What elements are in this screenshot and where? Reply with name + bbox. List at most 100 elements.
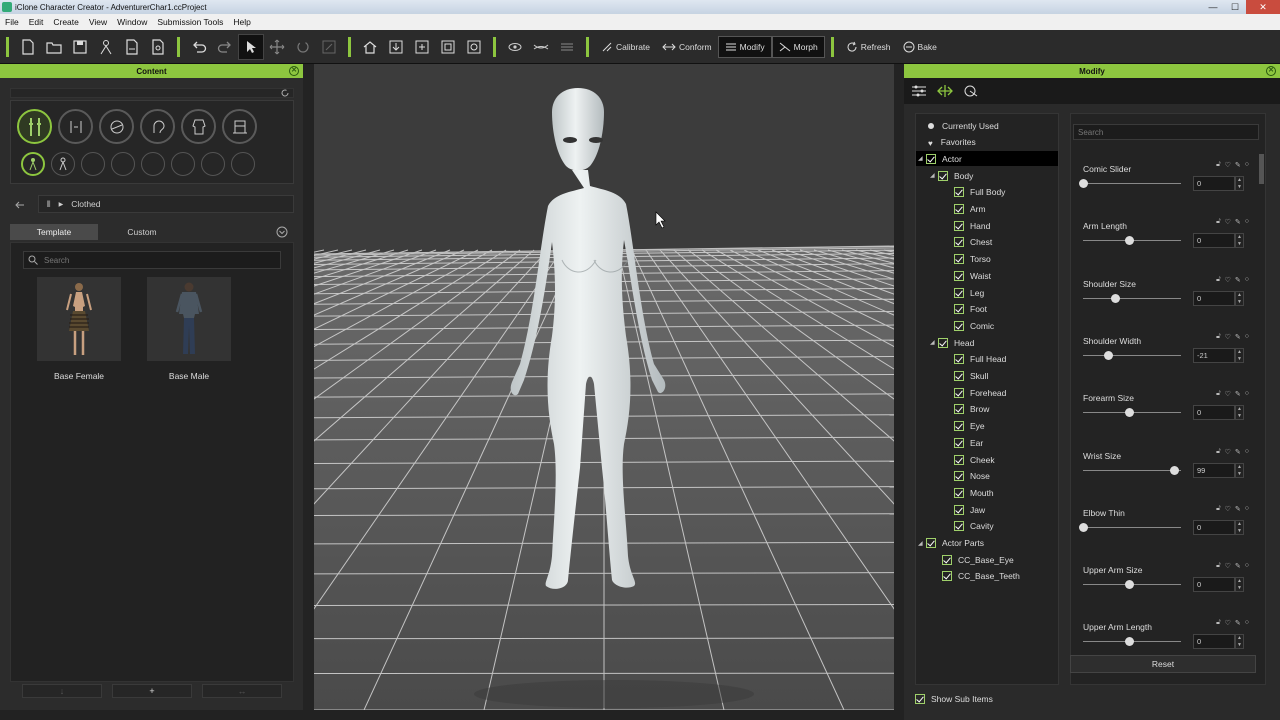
- slider-spinner[interactable]: ▲ ▼: [1235, 577, 1244, 593]
- lock-icon[interactable]: 🔓︎: [1216, 161, 1221, 169]
- checkbox-icon[interactable]: [954, 270, 964, 281]
- conform-button[interactable]: Conform: [656, 36, 718, 58]
- slider-track[interactable]: [1083, 354, 1181, 356]
- menu-submission-tools[interactable]: Submission Tools: [152, 17, 228, 27]
- head-category-icon[interactable]: [140, 109, 175, 144]
- slider-spinner[interactable]: ▲ ▼: [1235, 405, 1244, 421]
- open-folder-icon[interactable]: [41, 34, 67, 60]
- tab-template[interactable]: Template: [10, 224, 98, 240]
- reset-dot-icon[interactable]: ○: [1245, 562, 1249, 570]
- checkbox-icon[interactable]: [954, 371, 964, 381]
- slider-spinner[interactable]: ▲ ▼: [1235, 233, 1244, 249]
- save-icon[interactable]: [67, 34, 93, 60]
- edit-icon[interactable]: ✎: [1235, 505, 1241, 513]
- tree-item-ear[interactable]: Ear: [954, 435, 983, 450]
- slider-track[interactable]: [1083, 297, 1181, 299]
- checkbox-icon[interactable]: [954, 421, 964, 432]
- refresh-button[interactable]: Refresh: [840, 36, 897, 58]
- reset-button[interactable]: Reset: [1070, 655, 1256, 673]
- favorite-icon[interactable]: ♡: [1225, 218, 1231, 226]
- slider-spinner[interactable]: ▲ ▼: [1235, 176, 1244, 191]
- tab-custom[interactable]: Custom: [98, 224, 186, 240]
- reset-dot-icon[interactable]: ○: [1245, 448, 1249, 456]
- favorite-icon[interactable]: ♡: [1225, 562, 1231, 570]
- panel-splitter[interactable]: [303, 64, 314, 710]
- tree-item-hand[interactable]: Hand: [954, 218, 990, 233]
- expand-arrow-icon[interactable]: ◢: [918, 540, 926, 547]
- template-tile-base-male[interactable]: Base Male: [147, 277, 231, 381]
- tree-item-cavity[interactable]: Cavity: [954, 519, 994, 534]
- remove-button[interactable]: ↓: [22, 684, 102, 698]
- close-button[interactable]: ✕: [1246, 0, 1280, 14]
- tree-item-eye[interactable]: Eye: [954, 419, 985, 434]
- slider-track[interactable]: [1083, 469, 1181, 471]
- checkbox-icon[interactable]: [942, 554, 952, 565]
- checkbox-icon[interactable]: [954, 404, 964, 415]
- checkbox-icon[interactable]: [942, 571, 952, 582]
- refresh-content-icon[interactable]: [280, 88, 290, 98]
- checkbox-icon[interactable]: [954, 220, 964, 231]
- slider-spinner[interactable]: ▲ ▼: [1235, 634, 1244, 650]
- tree-item-actor-parts[interactable]: ◢ Actor Parts: [918, 536, 984, 551]
- expand-arrow-icon[interactable]: ◢: [930, 172, 938, 179]
- tree-item-full-head[interactable]: Full Head: [954, 352, 1006, 367]
- select-arrow-icon[interactable]: [238, 33, 264, 60]
- checkbox-icon[interactable]: [954, 454, 964, 465]
- tree-item-cheek[interactable]: Cheek: [954, 452, 995, 467]
- tree-item-full-body[interactable]: Full Body: [954, 185, 1005, 200]
- lock-icon[interactable]: 🔓︎: [1216, 276, 1221, 284]
- slider-value-input[interactable]: 0: [1193, 519, 1235, 535]
- reset-dot-icon[interactable]: ○: [1245, 218, 1249, 226]
- slider-track[interactable]: [1083, 526, 1181, 528]
- slider-spinner[interactable]: ▲ ▼: [1235, 290, 1244, 306]
- favorite-icon[interactable]: ♡: [1225, 390, 1231, 398]
- tree-item-mouth[interactable]: Mouth: [954, 485, 994, 500]
- tree-item-comic[interactable]: Comic: [954, 318, 994, 333]
- view-settings-icon[interactable]: [461, 34, 487, 60]
- bake-button[interactable]: Bake: [897, 36, 943, 58]
- tree-item-waist[interactable]: Waist: [954, 268, 991, 283]
- tree-item-foot[interactable]: Foot: [954, 302, 987, 317]
- checkbox-icon[interactable]: [954, 304, 964, 315]
- checkbox-icon[interactable]: [954, 187, 964, 198]
- reset-dot-icon[interactable]: ○: [1245, 333, 1249, 341]
- reset-dot-icon[interactable]: ○: [1245, 161, 1249, 169]
- edit-icon[interactable]: ✎: [1235, 276, 1241, 284]
- tree-item-body[interactable]: ◢ Body: [930, 168, 973, 183]
- checkbox-icon[interactable]: [954, 354, 964, 365]
- morph-tab-icon[interactable]: [934, 80, 956, 102]
- slider-value-input[interactable]: 99: [1193, 462, 1235, 478]
- slider-spinner[interactable]: ▲ ▼: [1235, 519, 1244, 535]
- edit-icon[interactable]: ✎: [1235, 218, 1241, 226]
- slider-knob[interactable]: [1125, 408, 1134, 418]
- sub-empty-slot[interactable]: [171, 152, 195, 176]
- back-icon[interactable]: [14, 199, 26, 209]
- edit-icon[interactable]: ✎: [1235, 333, 1241, 341]
- panel-splitter-right[interactable]: [894, 64, 904, 710]
- tree-item-leg[interactable]: Leg: [954, 285, 984, 300]
- sub-empty-slot[interactable]: [141, 152, 165, 176]
- menu-create[interactable]: Create: [48, 17, 84, 27]
- home-icon[interactable]: [357, 34, 383, 60]
- favorite-icon[interactable]: ♡: [1225, 505, 1231, 513]
- checkbox-icon[interactable]: [954, 521, 964, 532]
- favorite-icon[interactable]: ♡: [1225, 333, 1231, 341]
- edit-icon[interactable]: ✎: [1235, 562, 1241, 570]
- menu-file[interactable]: File: [0, 17, 24, 27]
- morph-category-icon[interactable]: [58, 109, 93, 144]
- slider-knob[interactable]: [1079, 179, 1088, 188]
- sub-nude-icon[interactable]: [51, 152, 75, 176]
- checkbox-icon[interactable]: [938, 337, 948, 348]
- edit-icon[interactable]: ✎: [1235, 390, 1241, 398]
- slider-knob[interactable]: [1125, 637, 1134, 647]
- favorite-icon[interactable]: ♡: [1225, 276, 1231, 284]
- tree-item-nose[interactable]: Nose: [954, 469, 990, 484]
- lock-icon[interactable]: 🔓︎: [1216, 619, 1221, 627]
- eye-icon[interactable]: [502, 34, 528, 60]
- link-button[interactable]: ↔: [202, 684, 282, 698]
- slider-value-input[interactable]: 0: [1193, 290, 1235, 306]
- sub-empty-slot[interactable]: [201, 152, 225, 176]
- checkbox-icon[interactable]: [915, 694, 925, 704]
- rotate-icon[interactable]: [290, 34, 316, 60]
- sub-empty-slot[interactable]: [111, 152, 135, 176]
